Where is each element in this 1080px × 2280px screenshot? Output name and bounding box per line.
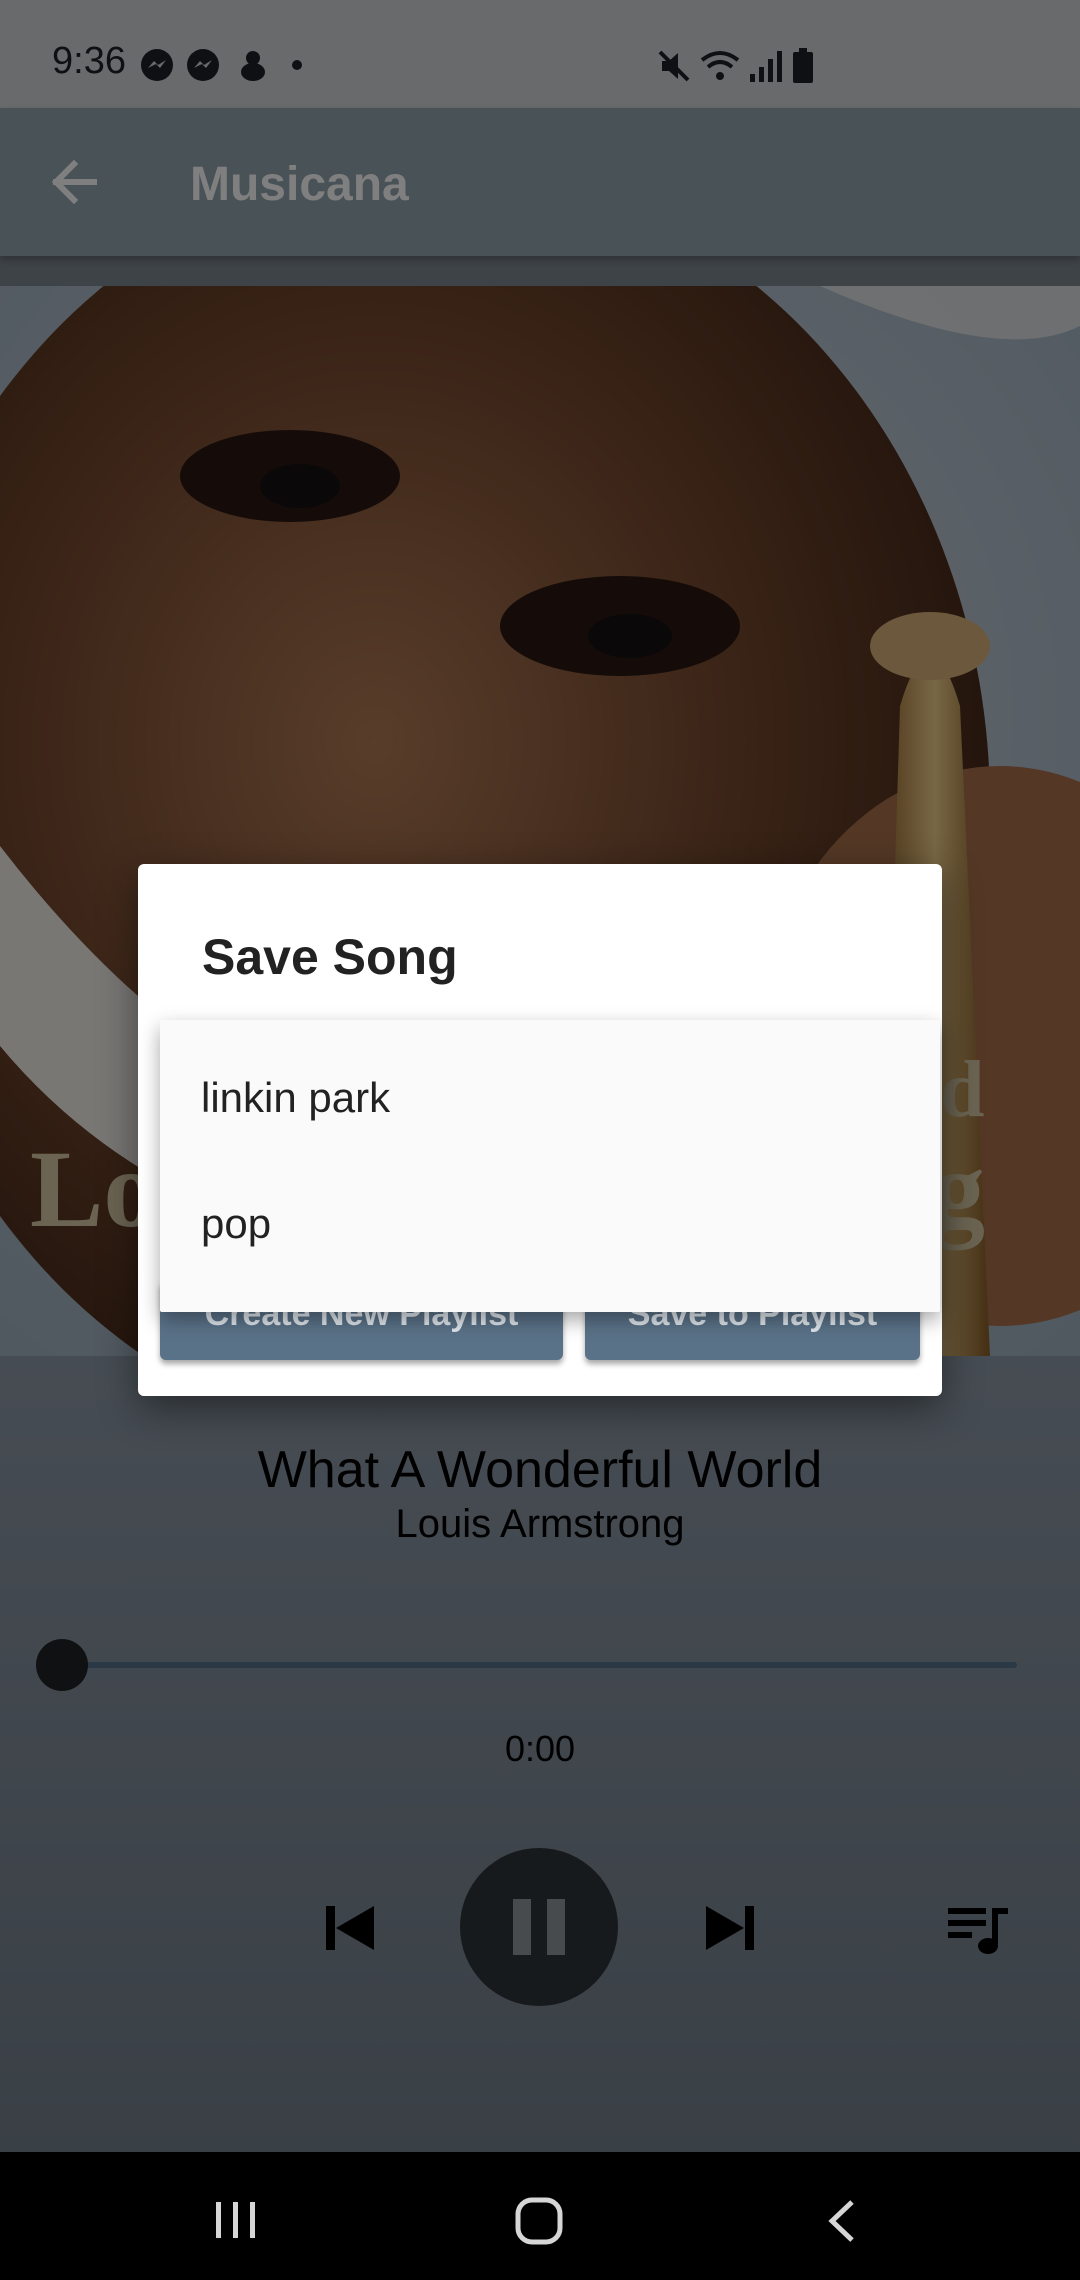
system-nav-bar (0, 2152, 1080, 2280)
playlist-dropdown-menu (160, 1020, 940, 1312)
home-icon[interactable] (514, 2196, 564, 2246)
recent-apps-icon[interactable] (212, 2200, 260, 2240)
dropdown-option[interactable]: pop (201, 1200, 271, 1248)
back-icon[interactable] (824, 2198, 860, 2244)
dialog-title: Save Song (202, 929, 458, 985)
dropdown-option[interactable]: linkin park (201, 1074, 390, 1122)
